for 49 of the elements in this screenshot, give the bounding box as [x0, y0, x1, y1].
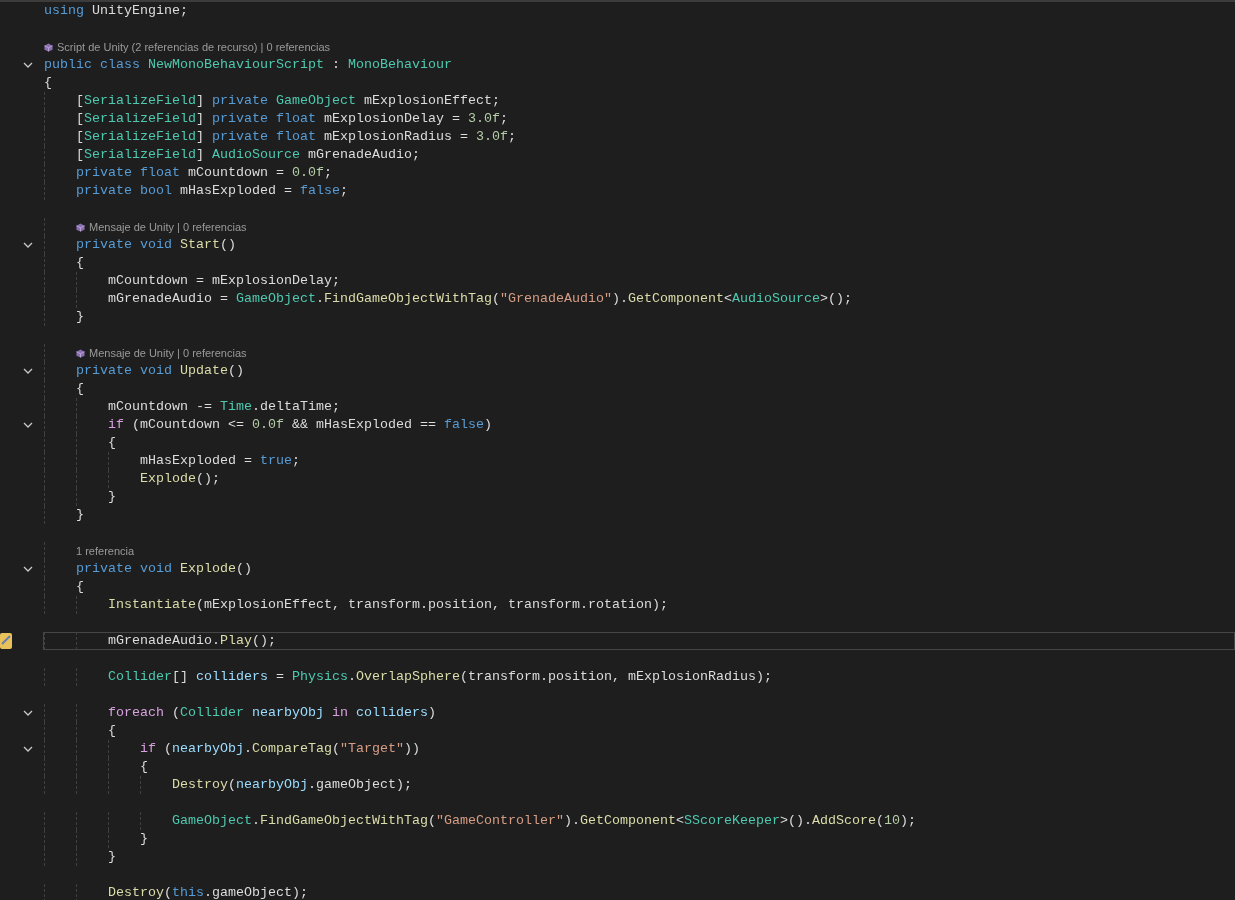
code-line: {	[108, 722, 116, 740]
code-line: private bool mHasExploded = false;	[76, 182, 348, 200]
code-line: mGrenadeAudio.Play();	[108, 632, 276, 650]
code-line: public class NewMonoBehaviourScript : MonoBehaviour	[44, 56, 452, 74]
code-line: {	[44, 74, 52, 92]
screwdriver-icon[interactable]	[0, 632, 12, 650]
codelens-text[interactable]: 1 referencia	[76, 545, 135, 557]
codelens-text[interactable]: Mensaje de Unity | 0 referencias	[89, 221, 247, 233]
code-line: GameObject.FindGameObjectWithTag("GameController").GetComponent<SScoreKeeper>().AddScore(10);	[172, 812, 916, 830]
code-line: private void Start()	[76, 236, 236, 254]
code-line: }	[140, 830, 148, 848]
code-line: private float mCountdown = 0.0f;	[76, 164, 332, 182]
code-line: if (mCountdown <= 0.0f && mHasExploded == false)	[108, 416, 492, 434]
code-line: mCountdown -= Time.deltaTime;	[108, 398, 340, 416]
code-line: {	[108, 434, 116, 452]
code-line: {	[140, 758, 148, 776]
code-line: mCountdown = mExplosionDelay;	[108, 272, 340, 290]
codelens-text[interactable]: Mensaje de Unity | 0 referencias	[89, 347, 247, 359]
code-line: private void Explode()	[76, 560, 252, 578]
code-line: [SerializeField] AudioSource mGrenadeAudio;	[76, 146, 420, 164]
code-line: {	[76, 578, 84, 596]
code-line: {	[76, 380, 84, 398]
code-line: Explode();	[140, 470, 220, 488]
chevron-down-icon[interactable]	[23, 746, 33, 752]
chevron-down-icon[interactable]	[23, 242, 33, 248]
code-line: mGrenadeAudio = GameObject.FindGameObjectWithTag("GrenadeAudio").GetComponent<AudioSource>();	[108, 290, 852, 308]
code-line: {	[76, 254, 84, 272]
code-line: Collider[] colliders = Physics.OverlapSphere(transform.position, mExplosionRadius);	[108, 668, 772, 686]
code-line: using UnityEngine;	[44, 2, 188, 20]
code-line: Instantiate(mExplosionEffect, transform.position, transform.rotation);	[108, 596, 668, 614]
chevron-down-icon[interactable]	[23, 566, 33, 572]
code-line: Destroy(nearbyObj.gameObject);	[172, 776, 412, 794]
code-line: }	[108, 488, 116, 506]
code-line: private void Update()	[76, 362, 244, 380]
code-line: Destroy(this.gameObject);	[108, 884, 308, 900]
code-line: if (nearbyObj.CompareTag("Target"))	[140, 740, 420, 758]
chevron-down-icon[interactable]	[23, 62, 33, 68]
chevron-down-icon[interactable]	[23, 422, 33, 428]
code-line: }	[76, 308, 84, 326]
code-line: mHasExploded = true;	[140, 452, 300, 470]
code-line: }	[108, 848, 116, 866]
code-line: [SerializeField] private GameObject mExplosionEffect;	[76, 92, 500, 110]
code-line: foreach (Collider nearbyObj in colliders)	[108, 704, 436, 722]
code-line: }	[76, 506, 84, 524]
code-line: [SerializeField] private float mExplosionRadius = 3.0f;	[76, 128, 516, 146]
chevron-down-icon[interactable]	[23, 368, 33, 374]
chevron-down-icon[interactable]	[23, 710, 33, 716]
code-line: [SerializeField] private float mExplosionDelay = 3.0f;	[76, 110, 508, 128]
codelens-text[interactable]: Script de Unity (2 referencias de recurso) | 0 referencias	[57, 41, 331, 53]
